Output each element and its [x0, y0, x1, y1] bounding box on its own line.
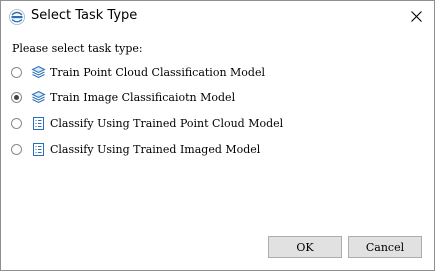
- task-option-radio[interactable]: [11, 117, 22, 129]
- task-option-2[interactable]: Train Image Classificaiotn Model: [11, 88, 235, 106]
- task-option-radio[interactable]: [11, 143, 22, 155]
- task-option-label: Classify Using Trained Imaged Model: [50, 142, 261, 156]
- task-type-prompt: Please select task type:: [12, 42, 143, 55]
- task-option-radio[interactable]: [11, 91, 22, 103]
- list-document-icon: [31, 142, 46, 157]
- select-task-type-dialog: Select Task Type Please select task type…: [0, 0, 435, 271]
- task-option-label: Train Point Cloud Classification Model: [50, 65, 265, 79]
- window-title: Select Task Type: [31, 8, 138, 23]
- task-option-radio[interactable]: [11, 66, 22, 78]
- layers-icon: [31, 65, 46, 80]
- layers-icon: [31, 90, 46, 105]
- close-button[interactable]: [406, 6, 426, 26]
- close-icon: [410, 10, 422, 22]
- cancel-button[interactable]: Cancel: [348, 236, 422, 258]
- task-option-1[interactable]: Train Point Cloud Classification Model: [11, 63, 265, 81]
- task-option-label: Classify Using Trained Point Cloud Model: [50, 116, 284, 130]
- ok-button[interactable]: OK: [268, 236, 342, 258]
- task-option-label: Train Image Classificaiotn Model: [50, 90, 236, 104]
- list-document-icon: [31, 116, 46, 131]
- title-bar[interactable]: Select Task Type: [1, 1, 434, 31]
- task-option-4[interactable]: Classify Using Trained Imaged Model: [11, 140, 260, 158]
- app-logo-icon: [9, 9, 25, 25]
- task-option-3[interactable]: Classify Using Trained Point Cloud Model: [11, 114, 283, 132]
